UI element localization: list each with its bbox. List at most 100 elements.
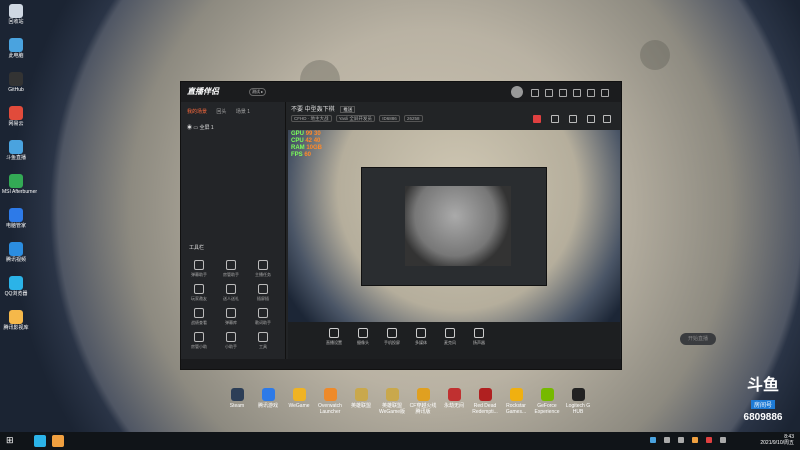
minimize-icon[interactable] [573, 89, 581, 97]
tools-title: 工具栏 [189, 245, 205, 251]
moon-crater [640, 40, 670, 70]
desktop-app[interactable]: GeForce Experience [531, 388, 563, 415]
message-icon[interactable] [531, 89, 539, 97]
maximize-icon[interactable] [587, 89, 595, 97]
scene-item[interactable]: ◉ ▭ 全屏 1 [187, 124, 214, 131]
desktop-icon[interactable]: MSI Afterburner [2, 174, 37, 195]
desktop-app[interactable]: Red Dead Redempti... [469, 388, 501, 415]
tray-notify-icon[interactable] [706, 437, 712, 443]
tab-back[interactable]: 回头 [216, 109, 226, 115]
tool-label: 工具 [259, 344, 267, 349]
desktop-icon[interactable]: GitHub [2, 72, 30, 93]
desktop-app-label: CF穿越火线 腾讯版 [409, 403, 437, 415]
window-icon[interactable] [569, 115, 577, 123]
tool-button[interactable]: 玩家邀友 [187, 284, 211, 302]
tray-network-icon[interactable] [664, 437, 670, 443]
desktop-icon[interactable]: 回收站 [2, 4, 30, 25]
tool-icon [226, 308, 236, 318]
room-title[interactable]: 不要 中型轰下棋 [291, 107, 335, 113]
desktop-icon-label: 斗鱼直播 [5, 155, 26, 161]
desktop-icon[interactable]: 此电脑 [2, 38, 30, 59]
control-button[interactable]: 手机投屏 [380, 328, 404, 346]
desktop-icon-label: 腾讯影视库 [3, 325, 29, 331]
desktop-app[interactable]: CF穿越火线 腾讯版 [407, 388, 439, 415]
douyu-brand: 斗鱼 [746, 377, 779, 394]
tool-button[interactable]: 弹幕助手 [187, 260, 211, 278]
room-tag[interactable]: 推送 [340, 106, 356, 113]
windows-start-icon[interactable]: ⊞ [6, 436, 15, 445]
room-meta: CFHD · 地主大战 Yasli 全屏开发员 ID6886 26258 [291, 115, 426, 122]
logo-badge[interactable]: 测试 ▸ [249, 88, 267, 96]
desktop-app[interactable]: 腾讯游戏 [252, 388, 284, 409]
desktop-icon[interactable]: 电脑管家 [2, 208, 30, 229]
tray-app-icon[interactable] [692, 437, 698, 443]
bell-icon[interactable] [587, 115, 595, 123]
tool-button[interactable]: 歌词助手 [251, 308, 275, 326]
desktop-icon[interactable]: 斗鱼直播 [2, 140, 30, 161]
desktop-app[interactable]: 英雄联盟 WeGame版 [376, 388, 408, 415]
control-label: 多媒体 [415, 340, 427, 345]
tool-button[interactable]: 送人送礼 [219, 284, 243, 302]
control-button[interactable]: 多媒体 [409, 328, 433, 346]
desktop-app[interactable]: Rockstar Games... [500, 388, 532, 415]
tool-icon [258, 284, 268, 294]
control-button[interactable]: 摄像头 [351, 328, 375, 346]
avatar[interactable] [511, 86, 523, 98]
tool-label: 送人送礼 [223, 296, 239, 301]
eye-icon[interactable]: ◉ ▭ [187, 125, 200, 131]
desktop-app[interactable]: Steam [221, 388, 253, 409]
tool-button[interactable]: 战绩查看 [187, 308, 211, 326]
tool-icon [194, 284, 204, 294]
share-icon[interactable] [603, 115, 611, 123]
clock[interactable]: 8:43 2021/9/10/周五 [760, 434, 794, 446]
tool-label: 小助手 [225, 344, 237, 349]
hud-label: RAM [291, 145, 305, 151]
desktop-icon-label: GitHub [8, 87, 24, 93]
tray-ime-icon[interactable] [720, 437, 726, 443]
skin-icon[interactable] [559, 89, 567, 97]
lock-icon[interactable] [551, 115, 559, 123]
desktop-app[interactable]: 永劫无间 [438, 388, 470, 409]
tool-button[interactable]: 房管助手 [219, 260, 243, 278]
control-icon [329, 328, 339, 338]
desktop-app[interactable]: 英雄联盟 [345, 388, 377, 409]
tab-scene-1[interactable]: 场景 1 [236, 109, 250, 115]
desktop-icon-label: 腾讯视频 [5, 257, 26, 263]
desktop-app-icon [9, 208, 23, 222]
tool-button[interactable]: 主播任务 [251, 260, 275, 278]
desktop-app-label: 永劫无间 [443, 403, 464, 409]
desktop-icon[interactable]: 腾讯视频 [2, 242, 30, 263]
control-button[interactable]: 直播设置 [322, 328, 346, 346]
tool-button[interactable]: 房管小助 [187, 332, 211, 350]
tool-button[interactable]: 工具 [251, 332, 275, 350]
tray-shield-icon[interactable] [650, 437, 656, 443]
desktop-app-label: Red Dead Redempti... [472, 403, 498, 415]
streaming-app-window[interactable]: 直播伴侣 测试 ▸ 我的场景 回头 场景 1 ◉ ▭ 全屏 1 工具栏 弹幕助手… [180, 81, 716, 370]
gift-icon[interactable] [533, 115, 541, 123]
tab-my-scene[interactable]: 我的场景 [187, 109, 207, 115]
desktop-app-label: Rockstar Games... [505, 403, 527, 415]
tool-button[interactable]: 小助手 [219, 332, 243, 350]
title-bar[interactable]: 直播伴侣 测试 ▸ [181, 82, 621, 102]
desktop-app[interactable]: Overwatch Launcher [314, 388, 346, 415]
tool-icon [258, 332, 268, 342]
desktop-app[interactable]: Logitech G HUB [562, 388, 594, 415]
desktop-app[interactable]: WeGame [283, 388, 315, 409]
tool-label: 弹幕助手 [191, 272, 207, 277]
room-category[interactable]: CFHD · 地主大战 [291, 115, 332, 122]
start-stream-button[interactable]: 开始直播 [680, 333, 716, 345]
taskbar-browser-icon[interactable] [34, 435, 46, 447]
control-button[interactable]: 麦克风 [438, 328, 462, 346]
tool-button[interactable]: 插屏插 [251, 284, 275, 302]
tool-button[interactable]: 弹幕库 [219, 308, 243, 326]
control-button[interactable]: 扬声器 [467, 328, 491, 346]
desktop-icon[interactable]: 网易云 [2, 106, 30, 127]
tray-volume-icon[interactable] [678, 437, 684, 443]
taskbar-streamer-icon[interactable] [52, 435, 64, 447]
desktop-icon[interactable]: 腾讯影视库 [2, 310, 30, 331]
tool-label: 弹幕库 [225, 320, 237, 325]
menu-icon[interactable] [545, 89, 553, 97]
close-icon[interactable] [601, 89, 609, 97]
desktop-icon[interactable]: QQ浏览器 [2, 276, 30, 297]
desktop-app-icon [478, 388, 492, 401]
